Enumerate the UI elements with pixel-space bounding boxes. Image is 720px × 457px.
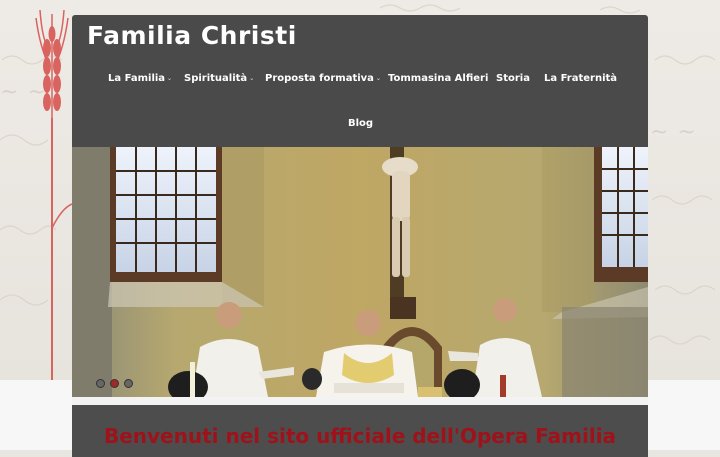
chevron-down-icon: ⌄	[249, 74, 255, 82]
nav-item-storia[interactable]: Storia	[496, 73, 530, 84]
chevron-down-icon: ⌄	[375, 74, 381, 82]
hero-photo-ordination-mass	[72, 147, 648, 397]
nav-item-la-familia[interactable]: La Familia ⌄	[108, 73, 172, 84]
nav-item-label: Tommasina Alfieri	[388, 73, 489, 84]
nav-item-blog[interactable]: Blog	[348, 118, 373, 129]
slider-pagination	[96, 373, 138, 392]
nav-item-label: Storia	[496, 73, 530, 84]
nav-item-la-fraternita[interactable]: La Fraternità	[544, 73, 617, 84]
nav-item-label: La Familia	[108, 73, 166, 84]
slider-dot-1[interactable]	[96, 379, 105, 388]
site-header: Familia Christi La Familia ⌄ Spiritualità…	[72, 15, 648, 147]
welcome-section: Benvenuti nel sito ufficiale dell'Opera …	[72, 405, 648, 457]
chevron-down-icon: ⌄	[167, 74, 173, 82]
nav-item-label: La Fraternità	[544, 73, 618, 84]
nav-item-label: Proposta formativa	[265, 73, 374, 84]
welcome-heading: Benvenuti nel sito ufficiale dell'Opera …	[103, 424, 617, 448]
main-navigation: La Familia ⌄ Spiritualità ⌄ Proposta forma…	[72, 71, 648, 147]
nav-item-proposta-formativa[interactable]: Proposta formativa ⌄	[265, 73, 381, 84]
nav-item-tommasina-alfieri[interactable]: Tommasina Alfieri	[388, 73, 488, 84]
slider-dot-2[interactable]	[110, 379, 119, 388]
nav-item-label: Spiritualità	[184, 73, 248, 84]
slider-dot-3[interactable]	[124, 379, 133, 388]
site-title[interactable]: Familia Christi	[87, 21, 297, 50]
wheat-ear-icon	[35, 9, 73, 380]
nav-item-spiritualita[interactable]: Spiritualità ⌄	[184, 73, 254, 84]
nav-item-label: Blog	[348, 118, 374, 129]
content-separator	[72, 397, 648, 405]
hero-slider[interactable]	[72, 147, 648, 397]
site-container: Familia Christi La Familia ⌄ Spiritualità…	[72, 15, 648, 457]
